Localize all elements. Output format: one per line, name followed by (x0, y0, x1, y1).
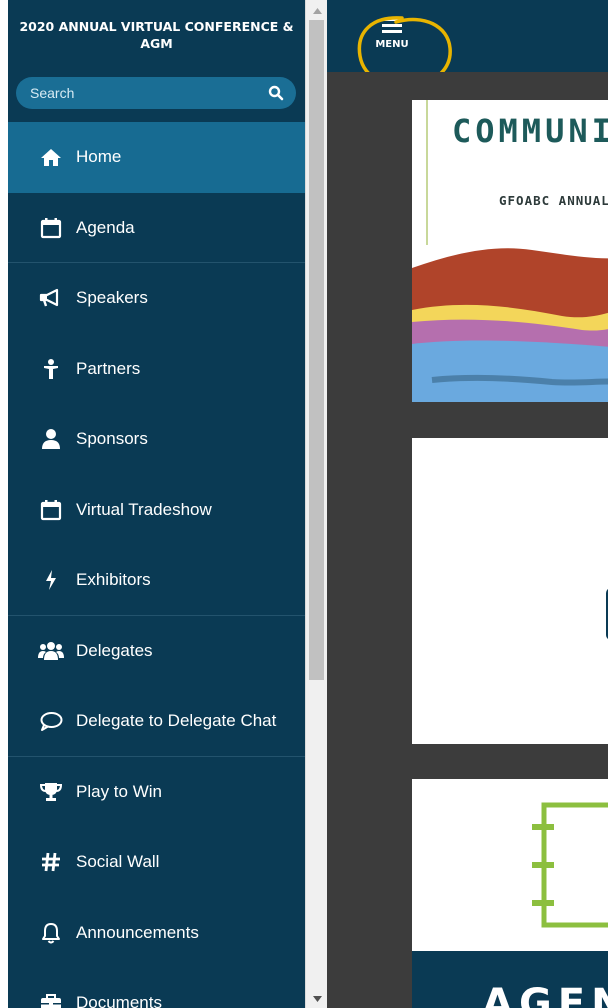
content-card[interactable] (412, 438, 608, 744)
megaphone-icon (38, 285, 64, 311)
sidebar-item-label: Virtual Tradeshow (76, 499, 212, 519)
notebook-icon (532, 802, 608, 928)
sidebar-item-agenda[interactable]: Agenda (8, 193, 305, 264)
sidebar: 2020 ANNUAL VIRTUAL CONFERENCE & AGM Hom… (0, 0, 305, 1008)
sidebar-item-label: Partners (76, 358, 141, 378)
banner-border (426, 100, 428, 245)
sidebar-item-sponsors[interactable]: Sponsors (8, 404, 305, 475)
chat-bubble-icon (38, 708, 64, 734)
sidebar-item-play-to-win[interactable]: Play to Win (8, 757, 305, 828)
chevron-up-icon (312, 8, 322, 14)
sidebar-item-label: Documents (76, 993, 162, 1008)
sidebar-item-speakers[interactable]: Speakers (8, 263, 305, 334)
search-icon[interactable] (268, 85, 284, 101)
sidebar-item-label: Sponsors (76, 429, 148, 449)
scroll-down-arrow[interactable] (306, 990, 328, 1008)
scroll-up-arrow[interactable] (306, 2, 328, 20)
sidebar-item-label: Delegates (76, 640, 153, 660)
sidebar-item-label: Exhibitors (76, 570, 151, 590)
group-icon (38, 638, 64, 664)
sidebar-item-virtual-tradeshow[interactable]: Virtual Tradeshow (8, 475, 305, 546)
sidebar-item-exhibitors[interactable]: Exhibitors (8, 545, 305, 616)
main-content: COMMUNIT GFOABC ANNUAL AGEN (327, 72, 608, 1008)
sidebar-item-label: Announcements (76, 922, 199, 942)
menu-label: MENU (375, 39, 409, 50)
sidebar-item-label: Social Wall (76, 852, 160, 872)
sidebar-item-social-wall[interactable]: Social Wall (8, 827, 305, 898)
sidebar-scrollbar[interactable] (305, 0, 328, 1008)
landscape-illustration (412, 248, 608, 402)
sidebar-item-label: Play to Win (76, 781, 162, 801)
sidebar-item-delegates[interactable]: Delegates (8, 616, 305, 687)
bolt-icon (38, 567, 64, 593)
banner-title: COMMUNIT (452, 112, 608, 150)
search-input[interactable] (30, 85, 268, 101)
scrollbar-thumb[interactable] (309, 20, 324, 680)
sidebar-left-edge (0, 0, 8, 1008)
sidebar-item-label: Delegate to Delegate Chat (76, 711, 277, 731)
sidebar-item-home[interactable]: Home (8, 122, 305, 193)
bell-icon (38, 920, 64, 946)
agenda-card-title: AGEN (482, 981, 608, 1008)
user-icon (38, 426, 64, 452)
sidebar-nav: Home Agenda Speakers Partners Sponsors V… (8, 122, 305, 1008)
briefcase-icon (38, 990, 64, 1008)
chevron-down-icon (312, 996, 322, 1002)
search-box[interactable] (16, 77, 296, 109)
hashtag-icon (38, 849, 64, 875)
menu-button[interactable]: MENU (370, 18, 414, 64)
sidebar-title: 2020 ANNUAL VIRTUAL CONFERENCE & AGM (8, 0, 305, 68)
home-icon (38, 144, 64, 170)
hamburger-icon (382, 18, 402, 36)
calendar-icon (38, 215, 64, 241)
sidebar-item-documents[interactable]: Documents (8, 968, 305, 1008)
calendar-icon (38, 497, 64, 523)
sidebar-item-label: Home (76, 147, 122, 167)
conference-banner-card[interactable]: COMMUNIT GFOABC ANNUAL (412, 100, 608, 402)
trophy-icon (38, 779, 64, 805)
agenda-card[interactable]: AGEN (412, 779, 608, 1008)
sidebar-item-partners[interactable]: Partners (8, 334, 305, 405)
sidebar-item-announcements[interactable]: Announcements (8, 898, 305, 969)
sidebar-item-label: Agenda (76, 217, 135, 237)
banner-subtitle: GFOABC ANNUAL (499, 193, 608, 208)
partner-icon (38, 356, 64, 382)
sidebar-item-label: Speakers (76, 288, 148, 308)
sidebar-item-delegate-chat[interactable]: Delegate to Delegate Chat (8, 686, 305, 757)
